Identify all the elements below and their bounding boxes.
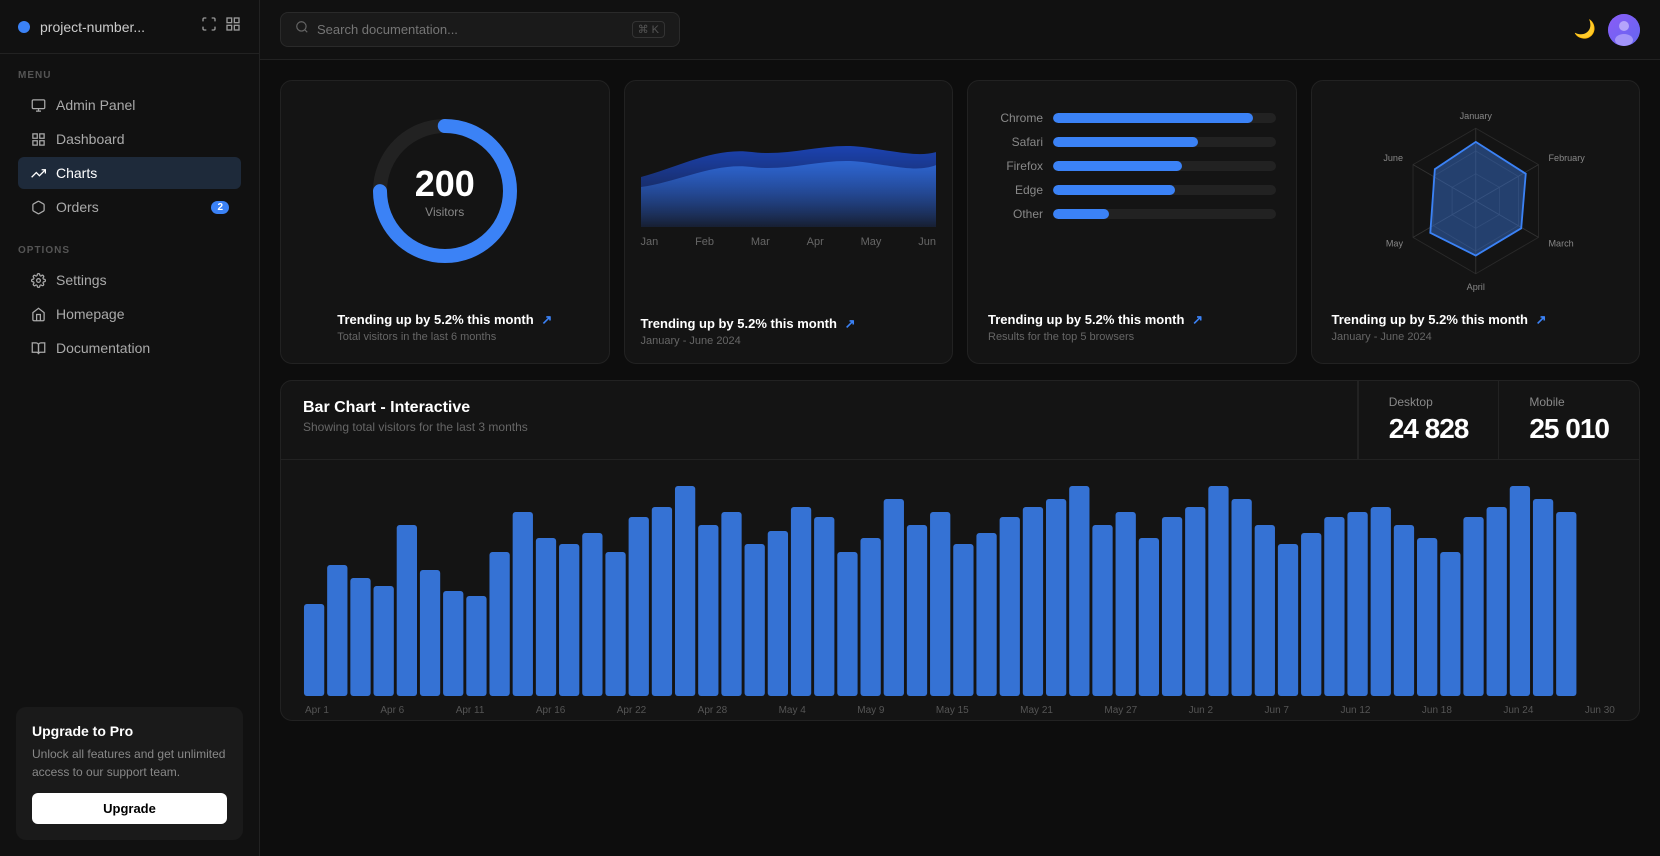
sidebar-item-documentation-label: Documentation: [56, 340, 150, 356]
desktop-stat: Desktop 24 828: [1358, 381, 1499, 459]
sidebar-item-settings-label: Settings: [56, 272, 107, 288]
options-label: OPTIONS: [18, 245, 241, 256]
svg-text:May: May: [1385, 238, 1403, 248]
area-chart-svg: [641, 97, 937, 227]
trending-up-icon: [30, 165, 46, 181]
hbar-row-chrome: Chrome: [988, 111, 1276, 125]
sidebar-item-orders-label: Orders: [56, 199, 99, 215]
topbar-right: 🌙: [1574, 14, 1640, 46]
hbar-card-subtitle: Results for the top 5 browsers: [988, 331, 1276, 343]
desktop-value: 24 828: [1389, 413, 1469, 445]
card-area: Jan Feb Mar Apr May Jun Trending up by 5…: [624, 80, 954, 364]
search-shortcut: ⌘ K: [632, 21, 665, 38]
sidebar-item-charts-label: Charts: [56, 165, 97, 181]
bar-section-title-area: Bar Chart - Interactive Showing total vi…: [281, 381, 1357, 459]
search-icon: [295, 20, 309, 39]
upgrade-title: Upgrade to Pro: [32, 723, 227, 739]
hbar-row-other: Other: [988, 207, 1276, 221]
bar-chart-area: Apr 1 Apr 6 Apr 11 Apr 16 Apr 22 Apr 28 …: [281, 460, 1639, 720]
book-icon: [30, 340, 46, 356]
hbar-label-other: Other: [988, 207, 1043, 221]
area-x-labels: Jan Feb Mar Apr May Jun: [641, 236, 937, 248]
sidebar: project-number... MENU Admin Panel Dashb…: [0, 0, 260, 856]
sidebar-item-admin-panel[interactable]: Admin Panel: [18, 89, 241, 121]
area-card-subtitle: January - June 2024: [641, 335, 937, 347]
sidebar-expand-icon[interactable]: [201, 16, 217, 37]
search-input[interactable]: [317, 22, 624, 37]
menu-label: MENU: [18, 70, 241, 81]
radial-value: 200: [415, 163, 475, 205]
radial-card-subtitle: Total visitors in the last 6 months: [337, 331, 552, 343]
theme-toggle-icon[interactable]: 🌙: [1574, 19, 1596, 40]
sidebar-item-documentation[interactable]: Documentation: [18, 332, 241, 364]
sidebar-item-dashboard-label: Dashboard: [56, 131, 125, 147]
app-title: project-number...: [40, 19, 191, 35]
svg-text:June: June: [1383, 153, 1403, 163]
avatar[interactable]: [1608, 14, 1640, 46]
orders-badge: 2: [211, 201, 229, 214]
upgrade-description: Unlock all features and get unlimited ac…: [32, 745, 227, 781]
app-indicator: [18, 21, 30, 33]
sidebar-item-settings[interactable]: Settings: [18, 264, 241, 296]
bar-stats: Desktop 24 828 Mobile 25 010: [1357, 381, 1639, 459]
bar-x-labels: Apr 1 Apr 6 Apr 11 Apr 16 Apr 22 Apr 28 …: [303, 705, 1617, 716]
sidebar-item-orders[interactable]: Orders 2: [18, 191, 241, 223]
area-card-trend: Trending up by 5.2% this month ↗: [641, 316, 937, 332]
sidebar-layout-icon[interactable]: [225, 16, 241, 37]
hbar-row-firefox: Firefox: [988, 159, 1276, 173]
upgrade-button[interactable]: Upgrade: [32, 793, 227, 824]
card-hbar: Chrome Safari Firefox Edge: [967, 80, 1297, 364]
bar-section-header: Bar Chart - Interactive Showing total vi…: [281, 381, 1639, 460]
card-radial: 200 Visitors Trending up by 5.2% this mo…: [280, 80, 610, 364]
home-icon: [30, 306, 46, 322]
main-content: ⌘ K 🌙 200: [260, 0, 1660, 856]
search-bar[interactable]: ⌘ K: [280, 12, 680, 47]
card-radar: January February March April May June Tr…: [1311, 80, 1641, 364]
content-area: 200 Visitors Trending up by 5.2% this mo…: [260, 60, 1660, 856]
radial-chart: 200 Visitors: [365, 111, 525, 271]
hbar-label-chrome: Chrome: [988, 111, 1043, 125]
bar-chart-title: Bar Chart - Interactive: [303, 399, 1335, 417]
radar-chart-svg: January February March April May June: [1332, 101, 1620, 301]
sidebar-item-charts[interactable]: Charts: [18, 157, 241, 189]
hbar-row-edge: Edge: [988, 183, 1276, 197]
radial-label: Visitors: [415, 205, 475, 219]
grid-icon: [30, 131, 46, 147]
sidebar-item-homepage[interactable]: Homepage: [18, 298, 241, 330]
bar-chart-section: Bar Chart - Interactive Showing total vi…: [280, 380, 1640, 721]
hbar-card-trend: Trending up by 5.2% this month ↗: [988, 312, 1276, 328]
sidebar-item-admin-label: Admin Panel: [56, 97, 135, 113]
hbar-label-safari: Safari: [988, 135, 1043, 149]
bar-chart-subtitle: Showing total visitors for the last 3 mo…: [303, 420, 1335, 434]
hbar-label-firefox: Firefox: [988, 159, 1043, 173]
mobile-label: Mobile: [1529, 395, 1609, 409]
topbar: ⌘ K 🌙: [260, 0, 1660, 60]
gear-icon: [30, 272, 46, 288]
radar-card-trend: Trending up by 5.2% this month ↗: [1332, 312, 1620, 328]
bar-chart-main-svg: [303, 476, 1617, 696]
mobile-stat: Mobile 25 010: [1498, 381, 1639, 459]
mobile-value: 25 010: [1529, 413, 1609, 445]
svg-text:March: March: [1548, 238, 1573, 248]
monitor-icon: [30, 97, 46, 113]
sidebar-item-dashboard[interactable]: Dashboard: [18, 123, 241, 155]
hbar-label-edge: Edge: [988, 183, 1043, 197]
upgrade-box: Upgrade to Pro Unlock all features and g…: [16, 707, 243, 840]
svg-text:April: April: [1466, 282, 1484, 292]
sidebar-item-homepage-label: Homepage: [56, 306, 125, 322]
box-icon: [30, 199, 46, 215]
svg-text:January: January: [1459, 111, 1492, 121]
desktop-label: Desktop: [1389, 395, 1469, 409]
radial-card-trend: Trending up by 5.2% this month ↗: [337, 312, 552, 328]
cards-row: 200 Visitors Trending up by 5.2% this mo…: [280, 80, 1640, 364]
radar-card-subtitle: January - June 2024: [1332, 331, 1620, 343]
hbar-row-safari: Safari: [988, 135, 1276, 149]
svg-text:February: February: [1548, 153, 1585, 163]
sidebar-header: project-number...: [0, 0, 259, 54]
